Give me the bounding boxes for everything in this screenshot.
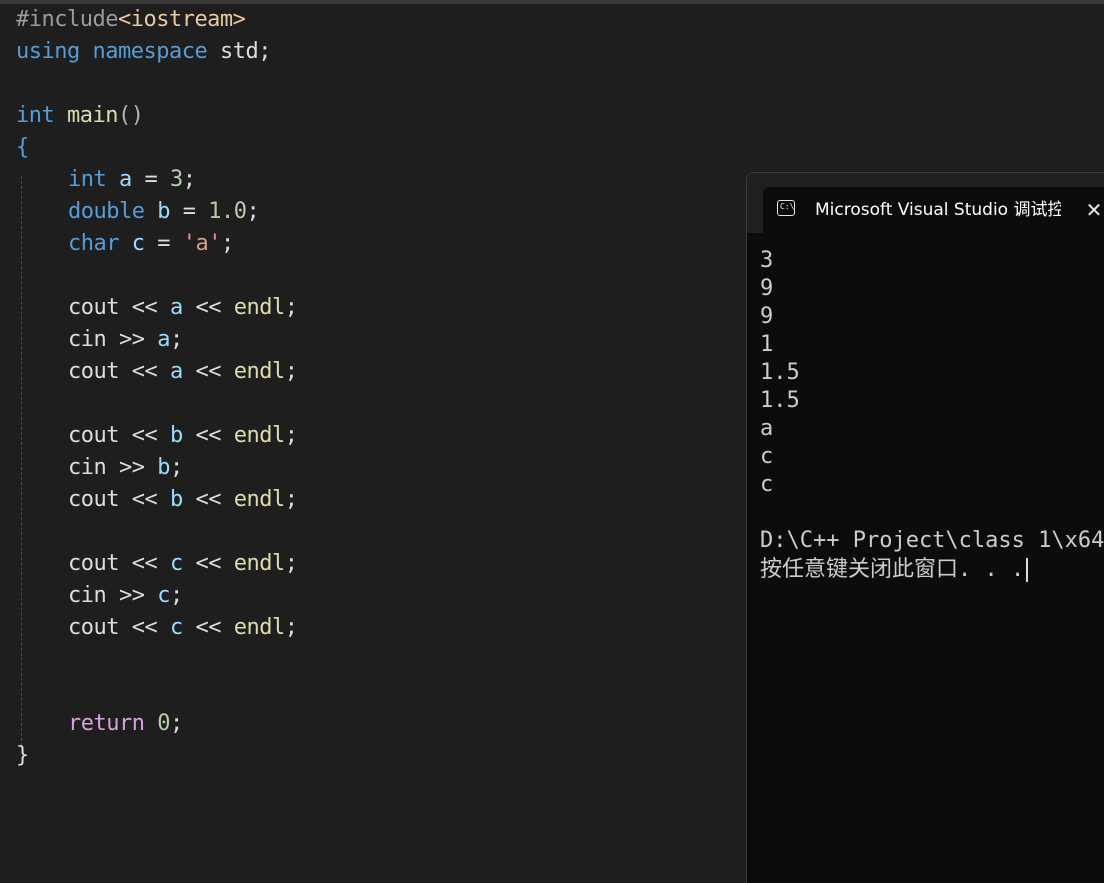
code-line-include: #include<iostream> [16, 7, 246, 32]
code-line-cout-a-1: cout << a << endl; [68, 295, 298, 320]
close-icon[interactable]: ✕ [1083, 198, 1104, 222]
text-cursor [1026, 558, 1029, 582]
output-line: 1.5 [760, 388, 800, 413]
console-tab[interactable]: C:\ Microsoft Visual Studio 调试控制台 ✕ [763, 187, 1104, 233]
code-line-return: return 0; [68, 711, 183, 736]
code-line-decl-c: char c = 'a'; [68, 231, 234, 256]
code-line-cin-b: cin >> b; [68, 455, 183, 480]
console-press-key-line: 按任意键关闭此窗口. . . [760, 555, 1029, 585]
code-line-main: int main() [16, 103, 144, 128]
code-line-cin-c: cin >> c; [68, 583, 183, 608]
console-title: Microsoft Visual Studio 调试控制台 [815, 200, 1061, 220]
output-line: 1 [760, 332, 774, 357]
code-line-close-brace: } [16, 743, 29, 768]
console-output[interactable]: 3 9 9 1 1.5 1.5 a c c D:\C++ Project\cla… [747, 233, 1104, 883]
code-line-open-brace: { [16, 135, 29, 160]
code-line-cout-c-1: cout << c << endl; [68, 551, 298, 576]
debug-console-window[interactable]: C:\ Microsoft Visual Studio 调试控制台 ✕ 3 9 … [746, 172, 1104, 883]
code-line-decl-a: int a = 3; [68, 167, 196, 192]
output-line: 1.5 [760, 360, 800, 385]
output-line: a [760, 416, 774, 441]
output-line: c [760, 472, 774, 497]
output-line: 3 [760, 248, 774, 273]
code-line-cout-c-2: cout << c << endl; [68, 615, 298, 640]
code-line-using: using namespace std; [16, 39, 271, 64]
press-key-text: 按任意键关闭此窗口. . . [760, 557, 1025, 582]
code-line-cout-a-2: cout << a << endl; [68, 359, 298, 384]
command-prompt-icon: C:\ [777, 200, 795, 216]
console-path-line: D:\C++ Project\class 1\x64 [760, 528, 1104, 553]
code-line-cout-b-1: cout << b << endl; [68, 423, 298, 448]
code-line-cout-b-2: cout << b << endl; [68, 487, 298, 512]
code-line-cin-a: cin >> a; [68, 327, 183, 352]
console-titlebar[interactable]: C:\ Microsoft Visual Studio 调试控制台 ✕ [747, 173, 1104, 233]
output-line: 9 [760, 276, 774, 301]
output-line: 9 [760, 304, 774, 329]
code-line-decl-b: double b = 1.0; [68, 199, 260, 224]
indent-guide [21, 176, 22, 746]
output-line: c [760, 444, 774, 469]
